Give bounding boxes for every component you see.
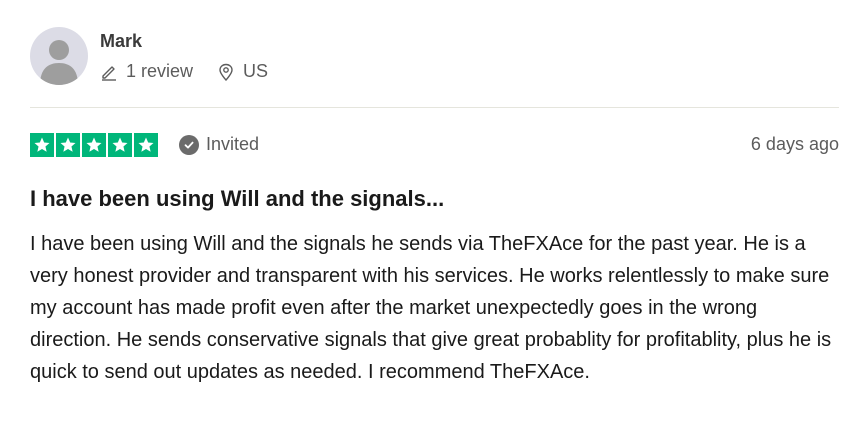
star-icon <box>108 132 132 157</box>
invited-badge[interactable]: Invited <box>179 134 259 155</box>
location-pin-icon <box>219 63 233 81</box>
star-rating <box>30 132 158 157</box>
review-count: 1 review <box>100 61 193 82</box>
consumer-location: US <box>217 61 268 82</box>
consumer-info: Mark 1 review US <box>30 27 268 85</box>
star-icon <box>134 132 158 157</box>
user-silhouette-icon <box>40 40 78 85</box>
divider <box>30 107 839 108</box>
star-icon <box>82 132 106 157</box>
rating-row: Invited 6 days ago <box>30 131 839 158</box>
star-icon <box>30 132 54 157</box>
avatar[interactable] <box>30 27 88 85</box>
location-label: US <box>243 61 269 81</box>
review-text: I have been using Will and the signals h… <box>30 233 832 383</box>
consumer-meta: 1 review US <box>100 61 268 82</box>
review-count-label: 1 review <box>126 61 194 81</box>
consumer-name[interactable]: Mark <box>100 30 268 52</box>
star-icon <box>56 132 80 157</box>
review-date: 6 days ago <box>750 134 839 154</box>
pencil-icon <box>102 65 116 81</box>
review-title[interactable]: I have been using Will and the signals..… <box>30 185 839 213</box>
review-card: Mark 1 review US Invited 6 days ago I ha… <box>0 0 859 440</box>
invited-label: Invited <box>206 134 260 154</box>
checkmark-icon <box>179 134 199 155</box>
